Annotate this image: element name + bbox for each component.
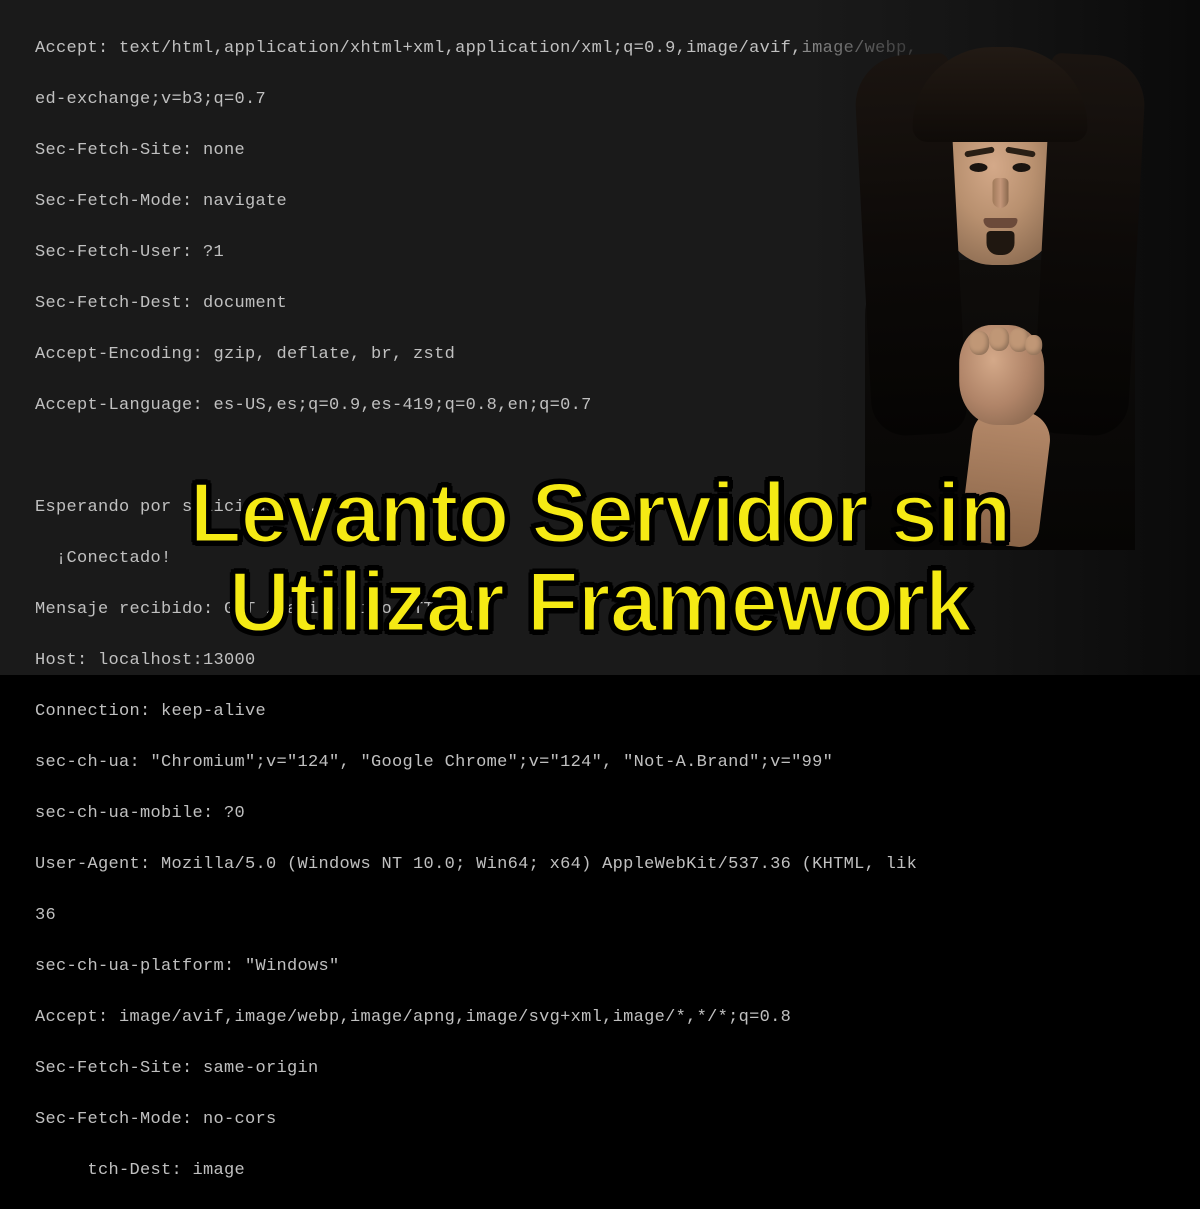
terminal-line: Accept-Language: es-US,es;q=0.9,es-419;q…: [35, 393, 885, 419]
terminal-line: sec-ch-ua-mobile: ?0: [35, 801, 885, 827]
title-line-2: Utilizar Framework: [30, 559, 1170, 647]
terminal-line: Sec-Fetch-Dest: document: [35, 291, 885, 317]
terminal-line: Sec-Fetch-User: ?1: [35, 240, 885, 266]
terminal-line: Sec-Fetch-Mode: navigate: [35, 189, 885, 215]
presenter-face-features: [953, 143, 1048, 258]
terminal-line: Sec-Fetch-Mode: no-cors: [35, 1107, 885, 1133]
terminal-line: Accept-Encoding: gzip, deflate, br, zstd: [35, 342, 885, 368]
terminal-line: Host: localhost:13000: [35, 648, 885, 674]
terminal-line: Accept: text/html,application/xhtml+xml,…: [35, 36, 885, 62]
terminal-line: ed-exchange;v=b3;q=0.7: [35, 87, 885, 113]
terminal-line: User-Agent: Mozilla/5.0 (Windows NT 10.0…: [35, 852, 885, 878]
terminal-line: 36: [35, 903, 885, 929]
terminal-line: Sec-Fetch-Site: none: [35, 138, 885, 164]
title-line-1: Levanto Servidor sin: [30, 470, 1170, 558]
presenter-figure: [845, 35, 1155, 535]
terminal-line: Sec-Fetch-Site: same-origin: [35, 1056, 885, 1082]
terminal-line: tch-Dest: image: [35, 1158, 885, 1184]
thumbnail-title: Levanto Servidor sin Utilizar Framework: [0, 470, 1200, 647]
terminal-line: sec-ch-ua: "Chromium";v="124", "Google C…: [35, 750, 885, 776]
terminal-line: sec-ch-ua-platform: "Windows": [35, 954, 885, 980]
presenter-fist: [959, 325, 1044, 425]
terminal-line: Connection: keep-alive: [35, 699, 885, 725]
terminal-line: Accept: image/avif,image/webp,image/apng…: [35, 1005, 885, 1031]
